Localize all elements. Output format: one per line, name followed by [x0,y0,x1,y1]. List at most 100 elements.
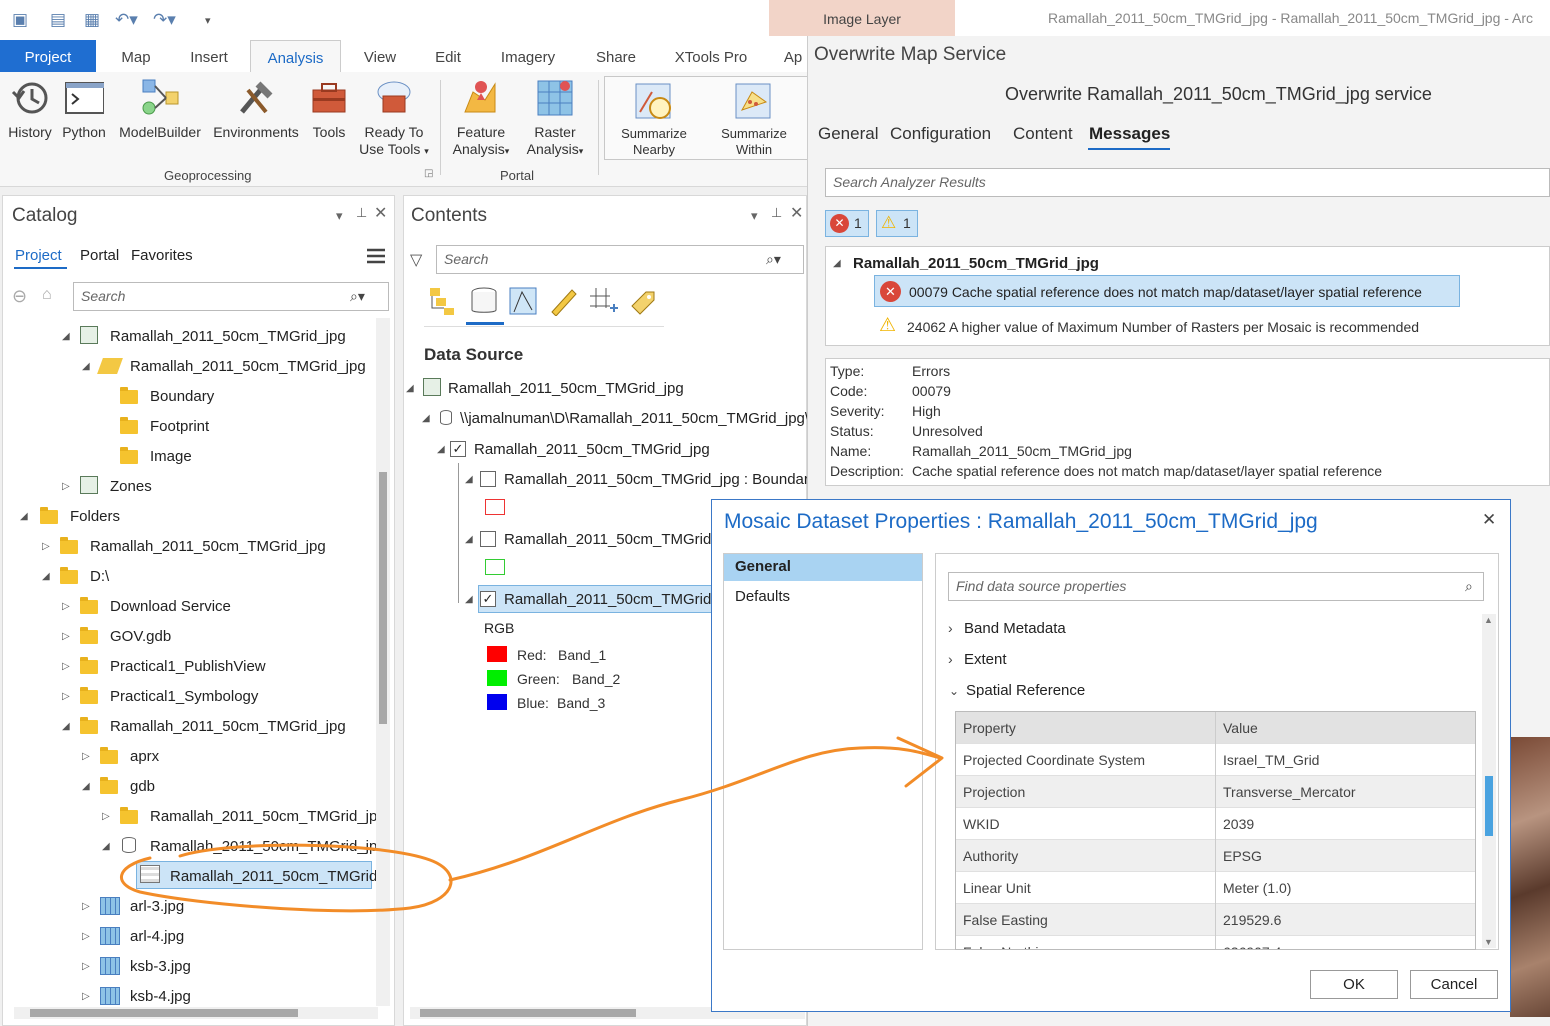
close-icon[interactable]: ✕ [1482,510,1496,530]
tab-analysis[interactable]: Analysis [250,40,341,72]
nav-defaults[interactable]: Defaults [735,587,790,607]
hamburger-menu-icon[interactable] [367,248,385,264]
list-by-snapping-icon[interactable] [588,286,620,316]
layer-visibility-checkbox[interactable]: ✓ [450,441,466,457]
catalog-search-input[interactable]: Search [73,282,389,311]
collapse-arrow-icon[interactable]: ◢ [833,258,841,269]
chevron-right-icon[interactable]: › [948,651,953,667]
scroll-up-icon[interactable]: ▲ [1484,615,1493,625]
tree-item[interactable]: Ramallah_2011_50cm_TMGrid_jpg [110,717,346,737]
tree-item[interactable]: Folders [70,507,120,527]
table-row[interactable]: Projection Transverse_Mercator [956,776,1475,808]
scrollbar-thumb[interactable] [420,1009,636,1017]
contents-item[interactable]: Ramallah_2011_50cm_TMGrid_j [504,530,723,550]
tab-share[interactable]: Share [584,40,648,72]
search-icon[interactable]: ⌕ [1465,578,1473,595]
list-by-editing-icon[interactable] [548,286,580,317]
warnings-filter-button[interactable]: ⚠ 1 [876,210,918,237]
collapse-arrow-icon[interactable]: ◢ [406,383,414,394]
dialog-launcher-icon[interactable]: ◲ [424,168,433,179]
scroll-down-icon[interactable]: ▼ [1484,937,1493,947]
tab-project[interactable]: Project [0,40,96,72]
section-extent[interactable]: Extent [964,650,1007,670]
expand-arrow-icon[interactable]: ▷ [62,661,70,672]
cancel-button[interactable]: Cancel [1410,970,1498,999]
catalog-tab-portal[interactable]: Portal [80,246,119,266]
tab-ap[interactable]: Ap [778,40,808,72]
section-band-metadata[interactable]: Band Metadata [964,619,1066,639]
tree-item[interactable]: D:\ [90,567,109,587]
expand-arrow-icon[interactable]: ▷ [62,631,70,642]
collapse-arrow-icon[interactable]: ◢ [82,361,90,372]
collapse-arrow-icon[interactable]: ◢ [465,594,473,605]
section-spatial-reference[interactable]: Spatial Reference [966,681,1085,701]
tree-item[interactable]: Download Service [110,597,231,617]
expand-arrow-icon[interactable]: ▷ [62,601,70,612]
tab-view[interactable]: View [352,40,408,72]
results-root[interactable]: Ramallah_2011_50cm_TMGrid_jpg [853,254,1099,274]
tree-item[interactable]: Footprint [150,417,209,437]
tree-item[interactable]: Zones [110,477,152,497]
list-by-labeling-icon[interactable] [628,286,660,316]
tree-item[interactable]: Image [150,447,192,467]
collapse-arrow-icon[interactable]: ◢ [465,474,473,485]
green-band-swatch[interactable] [487,670,507,686]
tree-item[interactable]: Boundary [150,387,214,407]
chevron-down-icon[interactable]: ⌄ [949,684,959,698]
filter-icon[interactable]: ▽ [410,250,422,270]
python-button[interactable]: Python [58,78,110,141]
tree-item[interactable]: Ramallah_2011_50cm_TMGrid_jpg [150,837,386,857]
find-properties-input[interactable]: Find data source properties [948,572,1484,601]
close-icon[interactable]: ✕ [790,203,803,223]
catalog-tab-project[interactable]: Project [15,246,62,266]
pin-icon[interactable]: ⊥ [356,205,367,221]
tab-content[interactable]: Content [1013,124,1073,144]
contents-search-input[interactable]: Search [436,245,804,274]
table-row[interactable]: Authority EPSG [956,840,1475,872]
tree-item[interactable]: arl-3.jpg [130,897,184,917]
undo-icon[interactable]: ↶▾ [115,10,138,30]
footprint-symbol[interactable] [485,559,505,575]
search-icon[interactable]: ⌕▾ [350,288,365,305]
search-icon[interactable]: ⌕▾ [766,251,781,268]
list-by-selection-icon[interactable] [508,286,540,316]
expand-arrow-icon[interactable]: ▷ [82,931,90,942]
contents-item[interactable]: Ramallah_2011_50cm_TMGrid_jpg [448,379,684,399]
pane-menu-icon[interactable]: ▾ [751,208,758,224]
scrollbar-thumb[interactable] [379,472,387,724]
red-band-value[interactable]: Band_1 [558,645,606,665]
red-band-swatch[interactable] [487,646,507,662]
tree-item[interactable]: GOV.gdb [110,627,171,647]
back-icon[interactable]: ⊖ [12,286,36,308]
summarize-within-button[interactable]: Summarize Within [712,82,796,158]
home-icon[interactable]: ⌂ [42,286,66,308]
summarize-nearby-button[interactable]: Summarize Nearby [612,82,696,158]
scrollbar-thumb[interactable] [1485,776,1493,836]
warning-message[interactable]: 24062 A higher value of Maximum Number o… [907,317,1419,337]
image-layer-context-tab[interactable]: Image Layer [769,0,955,36]
tree-item[interactable]: Ramallah_2011_50cm_TMGrid_jpg [130,357,366,377]
redo-icon[interactable]: ↷▾ [153,10,176,30]
ready-to-use-tools-button[interactable]: Ready To Use Tools ▾ [356,78,432,160]
collapse-arrow-icon[interactable]: ◢ [465,534,473,545]
open-project-icon[interactable]: ▤ [50,10,66,30]
table-row[interactable]: Linear Unit Meter (1.0) [956,872,1475,904]
tab-messages[interactable]: Messages [1089,124,1170,144]
list-by-drawing-order-icon[interactable] [428,286,460,316]
tab-xtools-pro[interactable]: XTools Pro [668,40,754,72]
expand-arrow-icon[interactable]: ▷ [62,481,70,492]
errors-filter-button[interactable]: ✕ 1 [825,210,869,237]
tree-item[interactable]: Practical1_Symbology [110,687,258,707]
close-icon[interactable]: ✕ [374,203,387,223]
layer-visibility-checkbox[interactable]: ✓ [480,591,496,607]
table-row[interactable]: False Northing 626907.4 [956,936,1475,949]
tab-map[interactable]: Map [108,40,164,72]
modelbuilder-button[interactable]: ModelBuilder [112,78,208,141]
tree-item[interactable]: arl-4.jpg [130,927,184,947]
scrollbar-thumb[interactable] [30,1009,298,1017]
raster-analysis-button[interactable]: Raster Analysis▾ [520,78,590,160]
blue-band-value[interactable]: Band_3 [557,693,605,713]
layer-visibility-checkbox[interactable] [480,471,496,487]
blue-band-swatch[interactable] [487,694,507,710]
table-row[interactable]: Projected Coordinate System Israel_TM_Gri… [956,744,1475,776]
